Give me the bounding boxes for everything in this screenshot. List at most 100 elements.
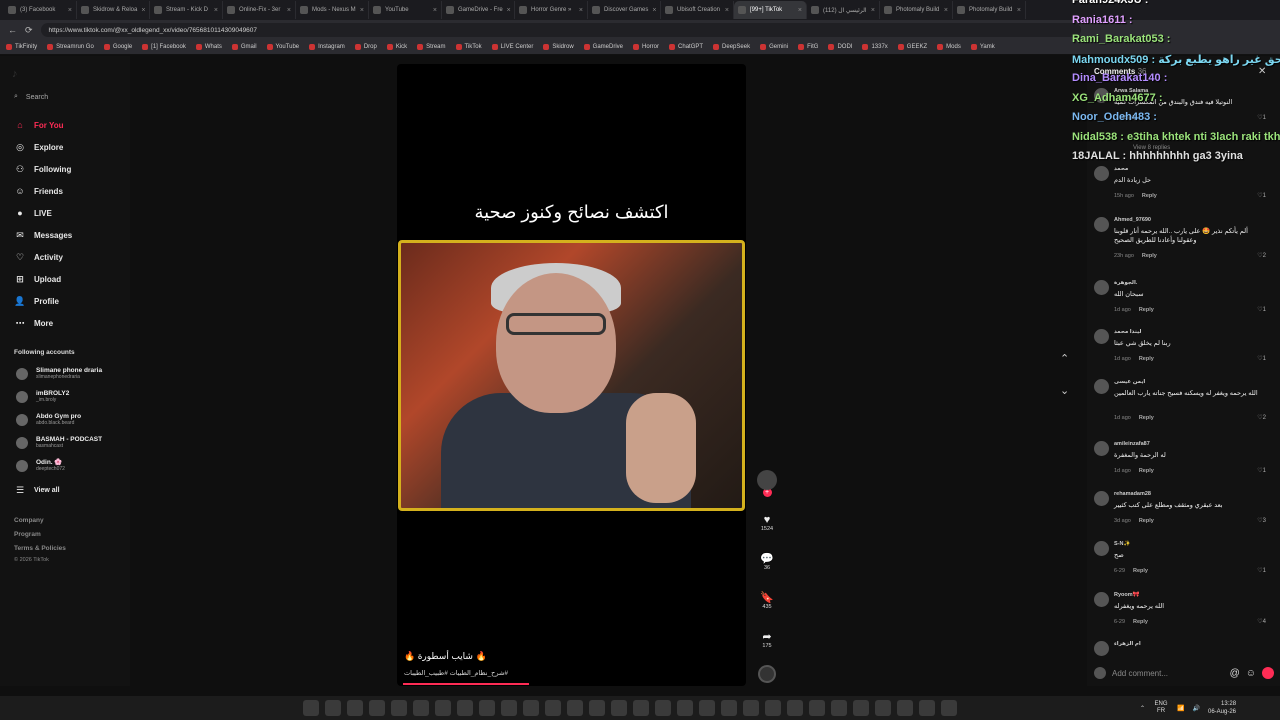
like-button[interactable]: ♥ 1524 [752,514,782,532]
comment-username[interactable]: Ryoom🎀 [1114,592,1140,598]
browser-tab[interactable]: Photomaly Build × [953,1,1026,19]
bookmark-item[interactable]: GameDrive [583,44,623,50]
next-video-icon[interactable]: ⌄ [1060,384,1069,397]
bookmark-item[interactable]: Whats [195,44,222,50]
mention-icon[interactable]: @ [1230,668,1240,679]
taskbar-app-icon[interactable] [765,700,781,716]
comment-like-button[interactable]: ♡4 [1257,618,1266,625]
taskbar-app-icon[interactable] [787,700,803,716]
close-tab-icon[interactable]: × [944,7,948,14]
footer-program[interactable]: Program [14,531,41,538]
comment-username[interactable]: محمد [1114,166,1128,172]
bookmark-item[interactable]: FitG [798,44,818,50]
bookmark-item[interactable]: 1337x [862,44,888,50]
up-arrow-icon[interactable]: ⌃ [1140,705,1145,712]
avatar[interactable] [1094,166,1109,181]
taskbar-app-icon[interactable] [919,700,935,716]
avatar[interactable] [1094,491,1109,506]
avatar[interactable] [1094,379,1109,394]
comment-input[interactable]: Add comment... [1112,669,1224,678]
browser-tab[interactable]: Online-Fix - 3er × [223,1,296,19]
taskbar-app-icon[interactable] [523,700,539,716]
taskbar-app-icon[interactable] [589,700,605,716]
bookmark-item[interactable]: Streamrun Go [47,44,94,50]
following-account[interactable]: Slimane phone draria slimanephonedraria [16,367,102,380]
comment-like-button[interactable]: ♡1 [1257,114,1266,121]
browser-tab[interactable]: GameDrive - Fre × [442,1,515,19]
comment-like-button[interactable]: ♡1 [1257,306,1266,313]
wifi-icon[interactable]: 📶 [1177,705,1184,712]
browser-tab[interactable]: Horror Genre » × [515,1,588,19]
bookmark-item[interactable]: Gmail [231,44,257,50]
taskbar-app-icon[interactable] [743,700,759,716]
sidebar-item-for-you[interactable]: ⌂ For You [14,119,63,131]
bookmark-item[interactable]: Instagram [309,44,345,50]
view-all-link[interactable]: ☰ View all [14,484,60,496]
creator-avatar[interactable]: + [752,470,782,497]
volume-icon[interactable]: 🔊 [1193,705,1200,712]
avatar[interactable] [1094,641,1109,656]
send-button[interactable] [1262,667,1274,679]
taskbar-app-icon[interactable] [809,700,825,716]
comment-username[interactable]: الجوهرة. [1114,280,1137,286]
sidebar-item-explore[interactable]: ◎ Explore [14,141,63,153]
bookmark-item[interactable]: Yamk [970,44,995,50]
taskbar-app-icon[interactable] [897,700,913,716]
taskbar-app-icon[interactable] [875,700,891,716]
sidebar-item-live[interactable]: ● LIVE [14,207,52,219]
sidebar-item-following[interactable]: ⚇ Following [14,163,71,175]
bookmark-item[interactable]: Google [103,44,132,50]
video-hashtags[interactable]: #شرح_نظام_الطبيات #طبيب_الطيبات [404,669,508,677]
share-button[interactable]: ➦ 175 [752,630,782,649]
sidebar-search[interactable]: ⌕ Search [14,93,48,101]
reply-button[interactable]: Reply [1139,356,1154,362]
language-indicator[interactable]: ENG FR [1153,701,1169,715]
close-tab-icon[interactable]: × [360,7,364,14]
avatar[interactable] [1094,541,1109,556]
taskbar-app-icon[interactable] [369,700,385,716]
taskbar-app-icon[interactable] [457,700,473,716]
emoji-icon[interactable]: ☺ [1246,668,1256,679]
clock[interactable]: 13:28 06-Aug-26 [1208,700,1236,716]
bookmark-item[interactable]: LIVE Center [491,44,533,50]
bookmark-item[interactable]: ChatGPT [669,44,703,50]
comment-like-button[interactable]: ♡2 [1257,252,1266,259]
browser-tab[interactable]: Photomaly Build × [880,1,953,19]
comment-username[interactable]: rehamadam28 [1114,491,1151,497]
close-tab-icon[interactable]: × [652,7,656,14]
reply-button[interactable]: Reply [1139,415,1154,421]
comment-like-button[interactable]: ♡1 [1257,567,1266,574]
close-tab-icon[interactable]: × [433,7,437,14]
sidebar-item-messages[interactable]: ✉ Messages [14,229,72,241]
taskbar-app-icon[interactable] [721,700,737,716]
comment-like-button[interactable]: ♡1 [1257,467,1266,474]
reload-icon[interactable]: ⟳ [25,25,33,36]
close-tab-icon[interactable]: × [68,7,72,14]
taskbar-app-icon[interactable] [611,700,627,716]
browser-tab[interactable]: Ubisoft Creation × [661,1,734,19]
avatar[interactable] [1094,280,1109,295]
following-account[interactable]: Abdo Gym pro abdo.black.beard [16,413,81,426]
comment-username[interactable]: لينذا محمد [1114,329,1141,335]
sidebar-item-friends[interactable]: ☺ Friends [14,185,63,197]
bookmark-item[interactable]: Gemini [760,44,788,50]
bookmark-item[interactable]: GEEKZ [897,44,927,50]
bookmark-item[interactable]: YouTube [266,44,299,50]
taskbar-app-icon[interactable] [655,700,671,716]
browser-tab[interactable]: Skidrow & Reloa × [77,1,150,19]
reply-button[interactable]: Reply [1133,568,1148,574]
taskbar-app-icon[interactable] [479,700,495,716]
bookmark-item[interactable]: DeepSeek [713,44,750,50]
comment-like-button[interactable]: ♡1 [1257,192,1266,199]
taskbar-app-icon[interactable] [347,700,363,716]
sidebar-item-activity[interactable]: ♡ Activity [14,251,63,263]
reply-button[interactable]: Reply [1142,253,1157,259]
taskbar-app-icon[interactable] [853,700,869,716]
taskbar-app-icon[interactable] [567,700,583,716]
avatar[interactable] [1094,217,1109,232]
comment-username[interactable]: ايمن عيسى [1114,379,1145,385]
browser-tab[interactable]: Mods - Nexus M × [296,1,369,19]
taskbar-app-icon[interactable] [435,700,451,716]
taskbar-app-icon[interactable] [413,700,429,716]
close-icon[interactable]: ✕ [1258,66,1266,77]
